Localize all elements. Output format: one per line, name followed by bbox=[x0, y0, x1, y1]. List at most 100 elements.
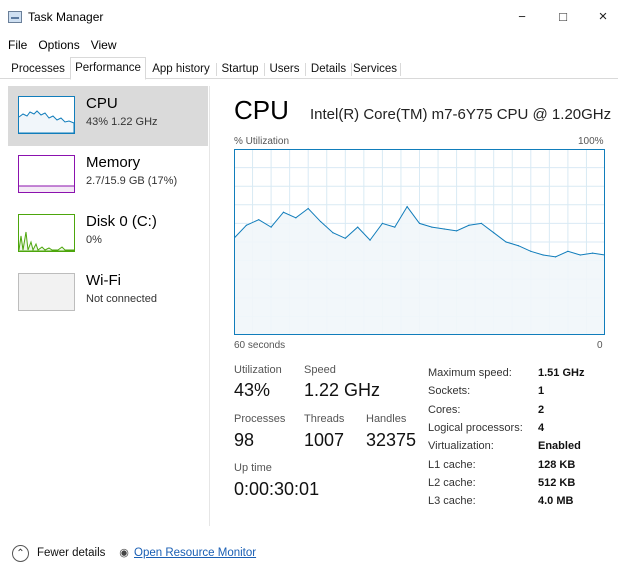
utilization-axis-max: 100% bbox=[578, 136, 604, 147]
cpu-data-point bbox=[332, 232, 334, 234]
spec-row: L2 cache: 512 KB bbox=[428, 474, 584, 492]
cpu-data-point bbox=[431, 226, 433, 228]
maximize-button[interactable]: □ bbox=[546, 6, 580, 28]
cpu-data-point bbox=[394, 226, 396, 228]
cpu-data-point bbox=[493, 232, 495, 234]
window-title: Task Manager bbox=[28, 10, 104, 24]
cpu-model: Intel(R) Core(TM) m7-6Y75 CPU @ 1.20GHz bbox=[310, 106, 612, 123]
resource-item-disk[interactable]: Disk 0 (C:) 0% bbox=[8, 204, 208, 264]
menu-options[interactable]: Options bbox=[30, 36, 82, 54]
spec-value: 1.51 GHz bbox=[538, 367, 585, 380]
tab-users[interactable]: Users bbox=[266, 60, 303, 79]
resource-name: Memory bbox=[86, 154, 141, 171]
spec-row: Maximum speed: 1.51 GHz bbox=[428, 364, 584, 382]
resource-item-memory[interactable]: Memory 2.7/15.9 GB (17%) bbox=[8, 145, 208, 205]
cpu-data-point bbox=[418, 222, 421, 224]
cpu-data-point bbox=[542, 254, 544, 256]
resource-name: CPU bbox=[86, 95, 118, 112]
spec-key: L1 cache: bbox=[428, 458, 476, 471]
footer: ⌃ Fewer details ◉ Open Resource Monitor bbox=[0, 538, 618, 572]
cpu-data-point bbox=[282, 211, 285, 213]
tab-app-history[interactable]: App history bbox=[148, 60, 214, 79]
cpu-spec-table: Maximum speed: 1.51 GHz Sockets: 1 Cores: 2… bbox=[428, 364, 584, 510]
spec-value: 512 KB bbox=[538, 476, 576, 489]
cpu-data-point bbox=[567, 250, 569, 252]
tab-processes[interactable]: Processes bbox=[8, 60, 68, 79]
tab-separator bbox=[400, 63, 401, 76]
cpu-data-point bbox=[480, 222, 482, 224]
tab-startup[interactable]: Startup bbox=[218, 60, 262, 79]
processes-value: 98 bbox=[234, 430, 255, 450]
spec-key: L3 cache: bbox=[428, 495, 476, 508]
spec-key: L2 cache: bbox=[428, 476, 476, 489]
cpu-data-point bbox=[369, 239, 371, 241]
menu-file[interactable]: File bbox=[0, 36, 30, 54]
minimize-button[interactable]: − bbox=[505, 6, 539, 28]
spec-value: 4.0 MB bbox=[538, 495, 574, 508]
disk-thumbnail-graph bbox=[18, 214, 75, 252]
utilization-value: 43% bbox=[234, 380, 271, 400]
cpu-data-point bbox=[258, 219, 260, 221]
time-axis-zero: 0 bbox=[597, 340, 603, 351]
cpu-data-point bbox=[579, 254, 581, 256]
cpu-data-point bbox=[592, 252, 594, 254]
resource-name: Disk 0 (C:) bbox=[86, 213, 157, 230]
cpu-data-point bbox=[270, 226, 272, 228]
utilization-axis-label: % Utilization bbox=[234, 136, 290, 147]
task-manager-icon bbox=[8, 11, 22, 23]
cpu-data-point bbox=[245, 224, 247, 226]
resource-detail: 43% 1.22 GHz bbox=[86, 116, 158, 128]
chevron-up-icon[interactable]: ⌃ bbox=[12, 545, 29, 562]
tab-details[interactable]: Details bbox=[307, 60, 350, 79]
tab-separator bbox=[264, 63, 265, 76]
resource-detail: 2.7/15.9 GB (17%) bbox=[86, 175, 178, 187]
spec-key: Sockets: bbox=[428, 385, 471, 398]
cpu-data-point bbox=[381, 222, 383, 224]
spec-row: L3 cache: 4.0 MB bbox=[428, 492, 584, 510]
page-title: CPU bbox=[234, 95, 289, 125]
time-axis-label: 60 seconds bbox=[234, 340, 286, 351]
spec-key: Virtualization: bbox=[428, 440, 494, 453]
pane-divider bbox=[209, 86, 210, 526]
spec-key: Cores: bbox=[428, 403, 461, 416]
tab-services[interactable]: Services bbox=[352, 60, 398, 79]
resource-list: CPU 43% 1.22 GHz Memory 2.7/15.9 GB (17%… bbox=[8, 86, 208, 526]
spec-key: Maximum speed: bbox=[428, 367, 512, 380]
cpu-utilization-graph bbox=[234, 149, 605, 335]
spec-value: 1 bbox=[538, 385, 545, 398]
cpu-data-point bbox=[295, 217, 297, 219]
speed-value: 1.22 GHz bbox=[304, 380, 381, 400]
handles-value: 32375 bbox=[366, 430, 417, 450]
spec-value: 4 bbox=[538, 422, 545, 435]
threads-label: Threads bbox=[304, 413, 345, 425]
spec-key: Logical processors: bbox=[428, 422, 523, 435]
resource-detail: 0% bbox=[86, 234, 102, 246]
spec-row: Virtualization: Enabled bbox=[428, 437, 584, 455]
open-resource-monitor-link[interactable]: Open Resource Monitor bbox=[134, 547, 256, 559]
tab-performance[interactable]: Performance bbox=[70, 57, 146, 80]
resource-item-wifi[interactable]: Wi-Fi Not connected bbox=[8, 263, 208, 323]
handles-label: Handles bbox=[366, 413, 407, 425]
spec-row: L1 cache: 128 KB bbox=[428, 455, 584, 473]
speed-label: Speed bbox=[304, 364, 336, 376]
uptime-label: Up time bbox=[234, 462, 272, 474]
memory-thumbnail-graph bbox=[18, 155, 75, 193]
cpu-data-point bbox=[530, 250, 532, 252]
uptime-value: 0:00:30:01 bbox=[234, 479, 320, 499]
tab-separator bbox=[216, 63, 217, 76]
spec-row: Sockets: 1 bbox=[428, 382, 584, 400]
resource-monitor-icon: ◉ bbox=[119, 547, 129, 559]
tab-bar: Processes Performance App history Startu… bbox=[0, 57, 618, 80]
close-button[interactable]: × bbox=[586, 6, 618, 28]
resource-name: Wi-Fi bbox=[86, 272, 121, 289]
wifi-thumbnail-graph bbox=[18, 273, 75, 311]
menu-view[interactable]: View bbox=[83, 36, 120, 54]
fewer-details-button[interactable]: Fewer details bbox=[37, 547, 105, 559]
threads-value: 1007 bbox=[304, 430, 345, 450]
resource-item-cpu[interactable]: CPU 43% 1.22 GHz bbox=[8, 86, 208, 146]
tab-separator bbox=[305, 63, 306, 76]
cpu-data-point bbox=[517, 245, 520, 247]
cpu-data-point bbox=[505, 241, 507, 243]
utilization-label: Utilization bbox=[234, 364, 282, 376]
spec-value: Enabled bbox=[538, 440, 581, 453]
